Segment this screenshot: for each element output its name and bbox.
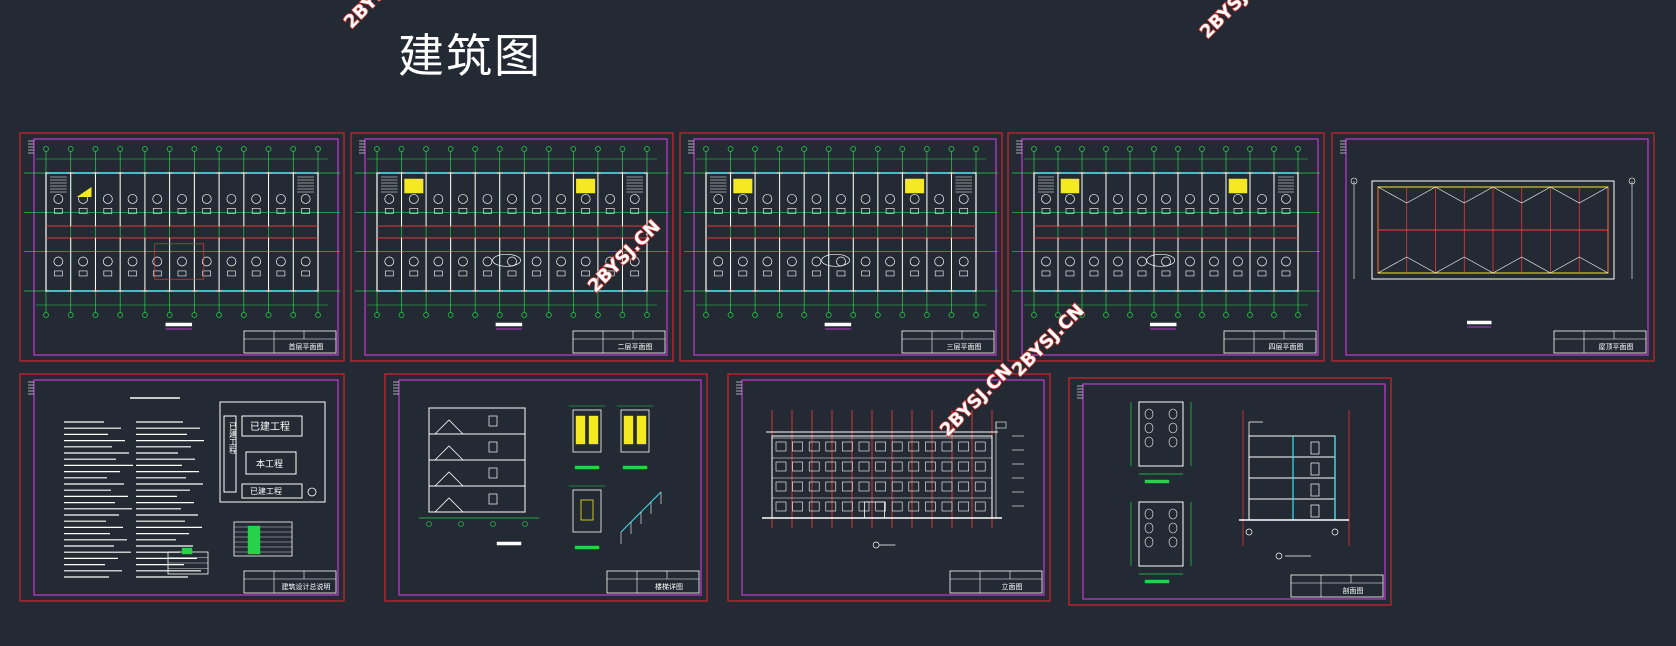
drawing-canvas: 首层平面图 二层平面图 三层平面图 四层平面图 屋顶平面图建筑设计总说明已建工程本工程已… [19,132,1655,606]
sheet-name: 立面图 [1002,582,1023,591]
drawing-sheet: 剖面图 [1068,377,1392,606]
title-block: 四层平面图 [1223,330,1317,354]
sheet-name: 屋顶平面图 [1599,343,1634,351]
title-block: 楼梯详图 [606,570,700,594]
drawing-sheet: 三层平面图 [679,132,1003,362]
title-block: 建筑设计总说明 [243,570,337,594]
drawing-sheet: 屋顶平面图 [1331,132,1655,362]
drawing-sheet: 楼梯详图 [384,373,708,602]
sheet-name: 剖面图 [1343,586,1364,595]
drawing-sheet: 首层平面图 [19,132,345,362]
sheet-name: 二层平面图 [618,343,653,351]
title-block: 剖面图 [1290,574,1384,598]
title-block: 立面图 [949,570,1043,594]
title-block: 首层平面图 [243,330,337,354]
sheet-name: 楼梯详图 [655,582,683,591]
site-label: 已建工程 [250,486,282,496]
drawing-sheet: 建筑设计总说明已建工程本工程已建工程已建工程 [19,373,345,602]
site-label: 本工程 [256,458,283,470]
drawing-sheet: 立面图 [727,373,1051,602]
title-block: 三层平面图 [901,330,995,354]
sheet-name: 首层平面图 [289,342,324,351]
title-block: 二层平面图 [572,330,666,354]
sheet-name: 建筑设计总说明 [282,582,331,591]
page-title: 建筑图 [398,29,542,83]
site-label: 已建工程 [229,422,238,455]
title-block: 屋顶平面图 [1553,330,1647,354]
sheet-name: 四层平面图 [1269,343,1304,351]
site-label: 已建工程 [250,420,290,433]
sheet-name: 三层平面图 [947,343,982,351]
